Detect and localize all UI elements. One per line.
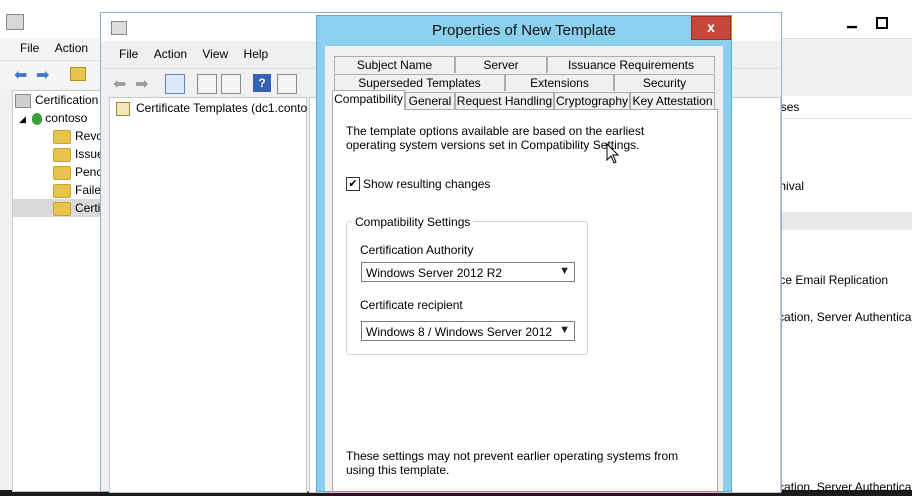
up-folder-icon[interactable] — [70, 67, 86, 81]
tree-item-failed[interactable]: Faile — [13, 181, 101, 199]
expand-icon[interactable]: ◢ — [19, 114, 26, 124]
tree-item-contoso[interactable]: ◢ contoso — [13, 109, 101, 127]
action-pane-icon[interactable] — [277, 74, 297, 94]
ca-icon — [15, 93, 31, 108]
tab-cryptography[interactable]: Cryptography — [554, 92, 630, 109]
tab-compatibility[interactable]: Compatibility — [332, 90, 405, 110]
menu-action[interactable]: Action — [49, 38, 94, 58]
tab-server[interactable]: Server — [455, 56, 547, 73]
back-arrow-icon[interactable]: ⬅ — [113, 74, 131, 93]
maximize-button[interactable] — [870, 14, 894, 32]
back-menubar: File Action — [0, 38, 100, 60]
tree-item-certificate-templates[interactable]: Certificate Templates (dc1.conto — [110, 99, 307, 117]
template-tree-view: Certificate Templates (dc1.conto — [109, 97, 307, 493]
folder-icon — [53, 147, 71, 162]
checkmark-icon: ✔ — [348, 178, 358, 190]
folder-icon — [53, 129, 71, 144]
tab-request-handling[interactable]: Request Handling — [455, 92, 554, 109]
tree-item-revoked[interactable]: Revo — [13, 127, 101, 145]
forward-arrow-icon[interactable]: ➡ — [135, 74, 153, 93]
export-list-icon[interactable] — [221, 74, 241, 94]
chevron-down-icon: ▼ — [559, 265, 570, 277]
back-tree-view: Certification ◢ contoso Revo Issue Penc … — [12, 90, 102, 492]
templates-icon — [116, 101, 130, 116]
recipient-select[interactable]: Windows 8 / Windows Server 2012 ▼ — [361, 321, 575, 341]
tree-item-root[interactable]: Certification — [13, 91, 101, 109]
mouse-cursor-icon — [606, 143, 620, 164]
menu-file[interactable]: File — [0, 38, 45, 58]
tab-key-attestation[interactable]: Key Attestation — [630, 92, 715, 109]
menu-file[interactable]: File — [101, 44, 144, 64]
forward-arrow-icon[interactable]: ➡ — [36, 65, 49, 85]
dialog-title: Properties of New Template — [432, 22, 616, 39]
recipient-select-value: Windows 8 / Windows Server 2012 — [366, 325, 553, 339]
folder-icon — [53, 183, 71, 198]
app-icon — [6, 14, 24, 30]
help-icon[interactable]: ? — [253, 74, 271, 92]
tab-superseded-templates[interactable]: Superseded Templates — [334, 74, 505, 91]
minimize-button[interactable]: ▁ — [840, 14, 864, 32]
show-changes-checkbox[interactable]: ✔ — [346, 177, 360, 191]
chevron-down-icon: ▼ — [559, 324, 570, 336]
tree-item-issued[interactable]: Issue — [13, 145, 101, 163]
folder-icon — [53, 201, 71, 216]
group-title: Compatibility Settings — [352, 215, 474, 229]
console-icon — [111, 21, 127, 35]
footer-note: These settings may not prevent earlier o… — [346, 449, 679, 477]
ca-label: Certification Authority — [360, 243, 474, 257]
ca-select[interactable]: Windows Server 2012 R2 ▼ — [361, 262, 575, 282]
menu-view[interactable]: View — [196, 44, 234, 64]
close-icon: x — [707, 19, 715, 35]
tab-subject-name[interactable]: Subject Name — [334, 56, 455, 73]
tree-item-certificate-templates[interactable]: Certi — [13, 199, 101, 217]
tree-item-pending[interactable]: Penc — [13, 163, 101, 181]
folder-icon — [53, 165, 71, 180]
tab-security[interactable]: Security — [614, 74, 715, 91]
back-arrow-icon[interactable]: ⬅ — [14, 65, 27, 85]
properties-icon[interactable] — [197, 74, 217, 94]
tab-issuance-requirements[interactable]: Issuance Requirements — [547, 56, 715, 73]
menu-action[interactable]: Action — [148, 44, 193, 64]
show-changes-label[interactable]: Show resulting changes — [363, 177, 490, 191]
menu-help[interactable]: Help — [238, 44, 275, 64]
server-ok-icon — [32, 112, 43, 125]
compatibility-description: The template options available are based… — [346, 124, 645, 152]
show-hide-tree-icon[interactable] — [165, 74, 185, 94]
close-button[interactable]: x — [691, 16, 731, 40]
recipient-label: Certificate recipient — [360, 298, 463, 312]
maximize-icon — [876, 17, 888, 29]
tab-general[interactable]: General — [405, 92, 455, 109]
ca-select-value: Windows Server 2012 R2 — [366, 266, 503, 280]
back-toolbar: ⬅ ➡ — [0, 60, 100, 89]
tab-extensions[interactable]: Extensions — [505, 74, 614, 91]
